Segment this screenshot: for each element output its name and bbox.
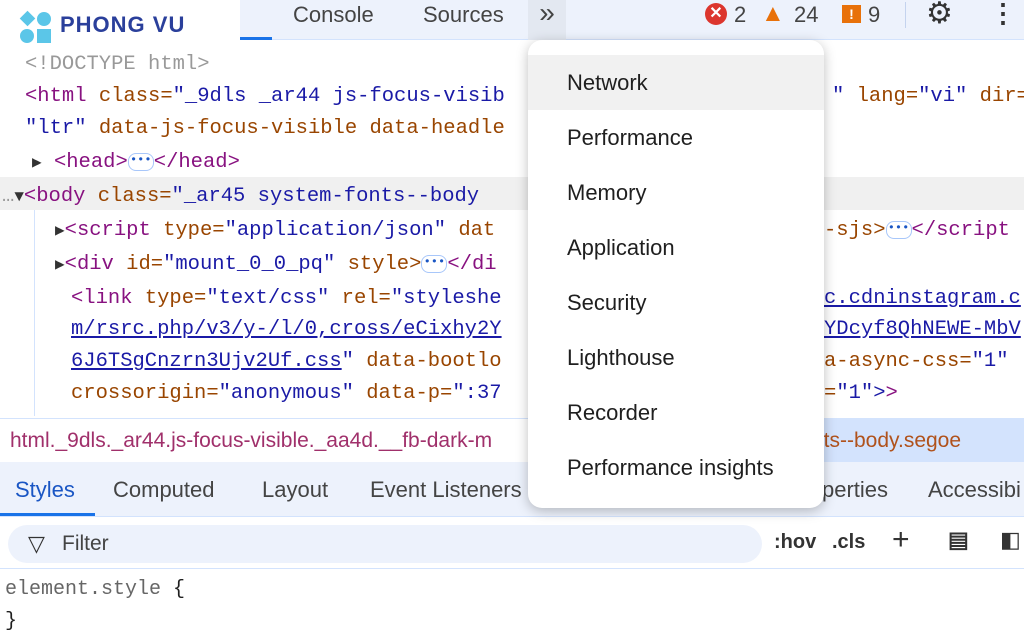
- breadcrumb-item-body[interactable]: nts--body.segoe: [812, 419, 961, 462]
- menu-item-network[interactable]: Network: [528, 55, 824, 110]
- tab-event-listeners[interactable]: Event Listeners: [370, 477, 522, 503]
- new-style-rule-icon[interactable]: +: [892, 523, 910, 557]
- filter-icon: ▽: [28, 531, 45, 556]
- warning-icon[interactable]: ▲: [761, 0, 785, 28]
- tab-console[interactable]: Console: [293, 0, 374, 40]
- gear-icon[interactable]: ⚙: [926, 0, 953, 31]
- styles-subtabs: Styles Computed Layout Event Listeners p…: [0, 462, 1024, 517]
- tab-styles[interactable]: Styles: [15, 477, 75, 503]
- error-icon[interactable]: ✕: [705, 3, 727, 25]
- ellipsis-button[interactable]: •••: [127, 152, 154, 171]
- watermark-logo: PHONG VU: [0, 0, 240, 43]
- tab-computed[interactable]: Computed: [113, 477, 215, 503]
- filter-placeholder: Filter: [62, 532, 109, 555]
- tab-properties[interactable]: perties: [822, 477, 888, 503]
- hov-button[interactable]: :hov: [774, 531, 816, 554]
- ellipsis-button[interactable]: •••: [885, 220, 912, 239]
- script-node[interactable]: ▶<script type="application/json" dat: [55, 214, 495, 247]
- menu-item-recorder[interactable]: Recorder: [528, 385, 824, 440]
- element-style-rule: element.style { }: [5, 574, 185, 638]
- script-node-continued[interactable]: -sjs> ••• </script: [824, 214, 1010, 247]
- collapse-triangle-icon[interactable]: ▼: [14, 188, 24, 206]
- logo-text: PHONG VU: [60, 12, 186, 37]
- error-count[interactable]: 2: [734, 0, 746, 40]
- tab-layout[interactable]: Layout: [262, 477, 328, 503]
- head-node[interactable]: ▶ <head> ••• </head>: [32, 146, 240, 179]
- html-node-continued[interactable]: " lang="vi" dir=: [832, 80, 1024, 113]
- doctype-line: <!DOCTYPE html>: [25, 53, 210, 76]
- expand-triangle-icon[interactable]: ▶: [55, 256, 65, 274]
- expand-triangle-icon[interactable]: ▶: [55, 222, 65, 240]
- body-node[interactable]: …▼<body class="_ar45 system-fonts--body: [2, 180, 479, 213]
- active-tab-indicator: [0, 513, 95, 516]
- close-brace: }: [5, 610, 18, 633]
- tab-accessibility[interactable]: Accessibi: [928, 477, 1021, 503]
- filter-input[interactable]: ▽ Filter: [8, 525, 762, 563]
- indent-guide: [34, 210, 35, 416]
- html-node-attrs[interactable]: "ltr" data-js-focus-visible data-headle: [25, 112, 505, 145]
- menu-item-lighthouse[interactable]: Lighthouse: [528, 330, 824, 385]
- divider: [905, 2, 906, 28]
- style-selector: element.style: [5, 578, 162, 601]
- link-node-end[interactable]: ="1">>: [824, 377, 898, 410]
- warning-count[interactable]: 24: [794, 0, 818, 40]
- link-node-attrs-continued[interactable]: a-async-css="1": [824, 345, 1009, 378]
- styles-toolbar: ▽ Filter :hov .cls + ▤ ◧: [0, 517, 1024, 569]
- more-tabs-button[interactable]: »: [528, 0, 566, 40]
- open-brace: {: [173, 578, 186, 601]
- stylesheet-url-link[interactable]: c.cdninstagram.c: [824, 282, 1021, 315]
- div-node[interactable]: ▶<div id="mount_0_0_pq" style> ••• </di: [55, 248, 497, 281]
- menu-item-performance-insights[interactable]: Performance insights: [528, 440, 824, 495]
- stylesheet-url-link[interactable]: m/rsrc.php/v3/y-/l/0,cross/eCixhy2Y: [71, 313, 502, 346]
- ellipsis-button[interactable]: •••: [421, 254, 448, 273]
- paint-brush-icon[interactable]: ▤: [948, 527, 969, 553]
- issues-icon[interactable]: !: [842, 5, 861, 23]
- menu-item-memory[interactable]: Memory: [528, 165, 824, 220]
- expand-triangle-icon[interactable]: ▶: [32, 154, 42, 172]
- breadcrumb-item-html[interactable]: html._9dls._ar44.js-focus-visible._aa4d.…: [10, 419, 492, 462]
- link-node-attrs[interactable]: 6J6TSgCnzrn3Ujv2Uf.css" data-bootlo: [71, 345, 502, 378]
- menu-item-performance[interactable]: Performance: [528, 110, 824, 165]
- issues-count[interactable]: 9: [868, 0, 880, 40]
- dom-tree: <!DOCTYPE html> <html class="_9dls _ar44…: [0, 40, 1024, 416]
- stylesheet-url-link[interactable]: YDcyf8QhNEWE-MbV: [824, 313, 1021, 346]
- more-dots-icon[interactable]: …: [2, 185, 14, 208]
- link-node-crossorigin[interactable]: crossorigin="anonymous" data-p=":37: [71, 377, 502, 410]
- link-node[interactable]: <link type="text/css" rel="styleshe: [71, 282, 502, 315]
- breadcrumb: html._9dls._ar44.js-focus-visible._aa4d.…: [0, 418, 1024, 462]
- kebab-menu-icon[interactable]: ⋮: [990, 0, 1016, 29]
- menu-item-application[interactable]: Application: [528, 220, 824, 275]
- more-tabs-menu: Network Performance Memory Application S…: [528, 40, 824, 508]
- menu-item-security[interactable]: Security: [528, 275, 824, 330]
- html-node[interactable]: <html class="_9dls _ar44 js-focus-visib: [25, 80, 505, 113]
- cls-button[interactable]: .cls: [832, 531, 865, 554]
- tab-sources[interactable]: Sources: [423, 0, 504, 40]
- sidebar-toggle-icon[interactable]: ◧: [1000, 527, 1021, 553]
